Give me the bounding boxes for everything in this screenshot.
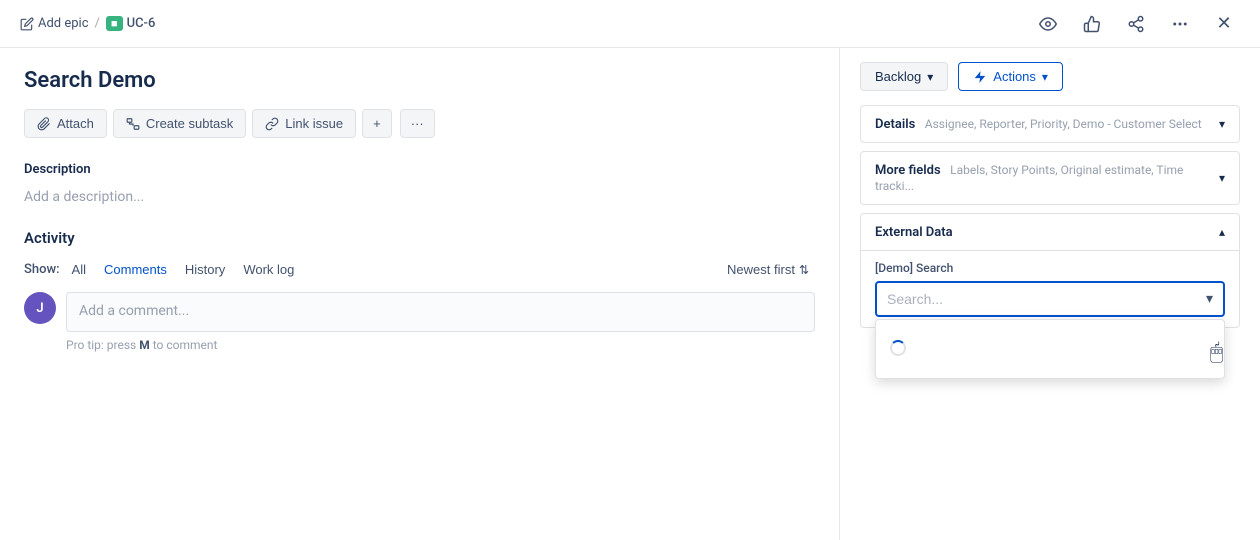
more-button[interactable] xyxy=(1164,8,1196,40)
details-label: Details xyxy=(875,117,915,132)
attach-button[interactable]: Attach xyxy=(24,109,107,138)
description-placeholder[interactable]: Add a description... xyxy=(24,185,815,209)
right-panel: Backlog Actions Details Assignee, Report… xyxy=(840,48,1260,540)
eye-icon xyxy=(1039,15,1057,33)
top-bar: Add epic / ■ UC-6 xyxy=(0,0,1260,48)
issue-badge: ■ xyxy=(106,16,123,31)
comment-area: J Add a comment... xyxy=(24,292,815,332)
backlog-chevron xyxy=(927,69,933,84)
loading-spinner xyxy=(876,328,1224,368)
subtask-icon xyxy=(126,117,140,131)
description-section: Description Add a description... xyxy=(24,162,815,209)
left-panel: Search Demo Attach Create subtask xyxy=(0,48,840,540)
more-fields-chevron xyxy=(1219,170,1225,186)
activity-title: Activity xyxy=(24,229,815,247)
search-input-wrapper: ▾ xyxy=(875,281,1225,317)
share-button[interactable] xyxy=(1120,8,1152,40)
actions-button[interactable]: Actions xyxy=(958,62,1063,91)
add-epic-label: Add epic xyxy=(38,16,89,31)
attach-label: Attach xyxy=(57,116,94,131)
external-data-section: External Data [Demo] Search ▾ xyxy=(860,213,1240,328)
comment-input[interactable]: Add a comment... xyxy=(66,292,815,332)
search-input[interactable] xyxy=(877,283,1196,315)
link-issue-label: Link issue xyxy=(285,116,343,131)
close-button[interactable]: ✕ xyxy=(1208,8,1240,40)
right-top-buttons: Backlog Actions xyxy=(860,62,1240,91)
more-fields-label: More fields xyxy=(875,163,941,178)
filter-comments[interactable]: Comments xyxy=(98,259,173,280)
backlog-label: Backlog xyxy=(875,69,921,84)
pro-tip-text: Pro tip: xyxy=(66,338,104,352)
issue-title: Search Demo xyxy=(24,68,815,93)
expand-button[interactable]: + xyxy=(362,109,392,138)
pro-tip-action: to comment xyxy=(153,338,218,352)
filter-all[interactable]: All xyxy=(66,259,92,280)
paperclip-icon xyxy=(37,117,51,131)
thumbs-up-icon xyxy=(1083,15,1101,33)
filter-history[interactable]: History xyxy=(179,259,231,280)
search-dropdown-list xyxy=(875,319,1225,379)
link-icon xyxy=(265,117,279,131)
external-data-chevron xyxy=(1219,224,1225,240)
like-button[interactable] xyxy=(1076,8,1108,40)
pro-tip: Pro tip: press M to comment xyxy=(66,338,815,352)
avatar: J xyxy=(24,292,56,324)
external-data-header[interactable]: External Data xyxy=(861,214,1239,250)
details-chevron xyxy=(1219,116,1225,132)
show-filters: Show: All Comments History Work log xyxy=(24,259,300,280)
description-label: Description xyxy=(24,162,815,177)
issue-id-link[interactable]: ■ UC-6 xyxy=(106,16,155,31)
actions-label: Actions xyxy=(993,69,1036,84)
pencil-icon xyxy=(20,17,34,31)
external-data-body: [Demo] Search ▾ xyxy=(861,250,1239,327)
activity-section: Activity Show: All Comments History Work… xyxy=(24,229,815,352)
content-area: Search Demo Attach Create subtask xyxy=(0,48,1260,540)
issue-id: UC-6 xyxy=(127,16,156,31)
create-subtask-label: Create subtask xyxy=(146,116,233,131)
details-sub: Assignee, Reporter, Priority, Demo - Cus… xyxy=(925,117,1202,131)
watch-button[interactable] xyxy=(1032,8,1064,40)
demo-search-label: [Demo] Search xyxy=(875,261,1225,275)
breadcrumb: Add epic / ■ UC-6 xyxy=(20,16,155,31)
breadcrumb-separator: / xyxy=(95,16,100,31)
create-subtask-button[interactable]: Create subtask xyxy=(113,109,246,138)
lightning-icon xyxy=(973,70,987,84)
show-bar: Show: All Comments History Work log Newe… xyxy=(24,259,815,280)
ellipsis-icon xyxy=(1171,15,1189,33)
sort-icon: ⇅ xyxy=(799,263,809,277)
search-dropdown-container: ▾ xyxy=(875,281,1225,317)
external-data-title: External Data xyxy=(875,225,953,240)
link-issue-button[interactable]: Link issue xyxy=(252,109,356,138)
details-row[interactable]: Details Assignee, Reporter, Priority, De… xyxy=(860,105,1240,143)
add-epic-link[interactable]: Add epic xyxy=(20,16,89,31)
backlog-button[interactable]: Backlog xyxy=(860,62,948,91)
show-label: Show: xyxy=(24,262,60,277)
more-fields-row[interactable]: More fields Labels, Story Points, Origin… xyxy=(860,151,1240,205)
spinner-animation xyxy=(890,340,906,356)
comment-placeholder: Add a comment... xyxy=(79,303,189,319)
details-content: Details Assignee, Reporter, Priority, De… xyxy=(875,116,1202,132)
top-actions: ✕ xyxy=(1032,8,1240,40)
more-actions-button[interactable]: ··· xyxy=(400,109,435,138)
sort-label: Newest first xyxy=(727,262,795,277)
sort-button[interactable]: Newest first ⇅ xyxy=(721,259,815,280)
search-dropdown-arrow-icon[interactable]: ▾ xyxy=(1196,283,1223,315)
more-fields-content: More fields Labels, Story Points, Origin… xyxy=(875,162,1219,194)
filter-worklog[interactable]: Work log xyxy=(237,259,300,280)
actions-chevron xyxy=(1042,69,1048,84)
action-bar: Attach Create subtask Link issue xyxy=(24,109,815,138)
share-icon xyxy=(1127,15,1145,33)
pro-tip-key: M xyxy=(139,338,150,352)
